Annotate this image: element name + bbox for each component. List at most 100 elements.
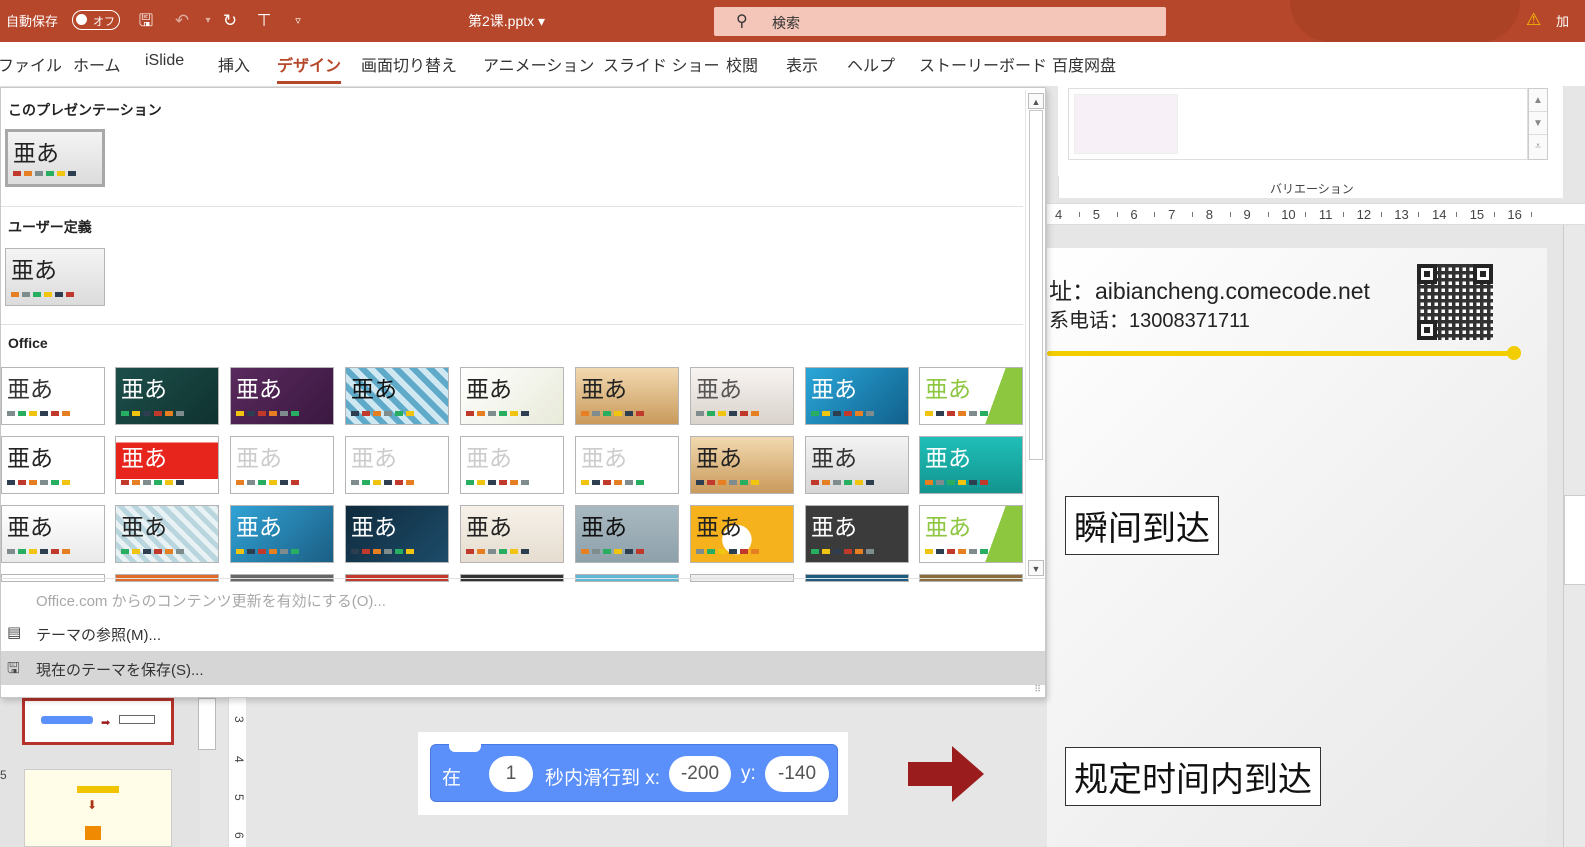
slide-thumbnail[interactable]: ⬇ <box>24 769 172 847</box>
theme-thumbnail[interactable]: 亜あ <box>575 367 679 425</box>
theme-color-swatches <box>581 480 644 485</box>
theme-thumbnail[interactable]: 亜あ <box>1 367 105 425</box>
scroll-down-icon[interactable]: ▼ <box>1529 112 1547 135</box>
undo-dropdown-icon[interactable]: ▾ <box>196 9 220 33</box>
theme-color-swatches <box>121 480 184 485</box>
theme-thumbnail[interactable]: 亜あ <box>805 505 909 563</box>
theme-thumbnail[interactable]: 亜あ <box>460 367 564 425</box>
customize-qat-icon[interactable]: ▿ <box>286 9 310 33</box>
ruler-number: 16 <box>1507 207 1522 222</box>
document-title[interactable]: 第2课.pptx ▾ <box>468 11 545 31</box>
variation-thumbnail[interactable] <box>1074 94 1178 154</box>
tab-insert[interactable]: 挿入 <box>218 52 250 76</box>
theme-sample-text: 亜あ <box>696 377 742 403</box>
y-label: y: <box>741 763 756 784</box>
theme-thumbnail[interactable]: 亜あ <box>5 129 105 187</box>
variations-scroll[interactable]: ▲ ▼ ⩡ <box>1528 88 1548 160</box>
menu-save-theme[interactable]: 🖫 現在のテーマを保存(S)... <box>1 651 1045 685</box>
theme-color-swatches <box>351 411 414 416</box>
ruler-number: 13 <box>1394 207 1409 222</box>
theme-sample-text: 亜あ <box>466 377 512 403</box>
theme-thumbnail[interactable]: 亜あ <box>230 505 334 563</box>
theme-thumbnail[interactable]: 亜あ <box>1 436 105 494</box>
theme-thumbnail[interactable]: 亜あ <box>919 505 1023 563</box>
theme-sample-text: 亜あ <box>925 446 971 472</box>
thumb-arrow-icon: ⬇ <box>87 798 98 812</box>
theme-color-swatches <box>7 411 70 416</box>
theme-thumbnail[interactable]: 亜あ <box>460 436 564 494</box>
tab-home[interactable]: ホーム <box>73 52 121 76</box>
theme-thumbnail[interactable]: 亜あ <box>690 436 794 494</box>
theme-sample-text: 亜あ <box>121 446 167 472</box>
section-divider <box>1 324 1023 325</box>
scroll-down-icon[interactable]: ▼ <box>1028 560 1044 576</box>
theme-thumbnail[interactable]: 亜あ <box>919 436 1023 494</box>
theme-thumbnail[interactable]: 亜あ <box>345 505 449 563</box>
theme-thumbnail[interactable]: 亜あ <box>805 436 909 494</box>
tab-review[interactable]: 校閲 <box>726 52 758 76</box>
thumb-block <box>77 786 119 793</box>
scrollbar-thumb[interactable] <box>1029 110 1043 460</box>
theme-thumbnail[interactable]: 亜あ <box>230 436 334 494</box>
theme-thumbnail[interactable]: 亜あ <box>805 367 909 425</box>
theme-thumbnail[interactable]: 亜あ <box>690 367 794 425</box>
tab-baidu-netdisk[interactable]: 百度网盘 <box>1052 52 1116 76</box>
scroll-up-icon[interactable]: ▲ <box>1529 89 1547 112</box>
theme-thumbnail[interactable]: 亜あ <box>115 436 219 494</box>
theme-sample-text: 亜あ <box>7 377 53 403</box>
y-input: -140 <box>765 756 829 792</box>
tab-design[interactable]: デザイン <box>277 52 342 84</box>
textbox-instant[interactable]: 瞬间到达 <box>1065 496 1219 555</box>
vruler-number: 3 <box>232 716 246 723</box>
theme-thumbnail[interactable]: 亜あ <box>575 436 679 494</box>
theme-sample-text: 亜あ <box>811 446 857 472</box>
theme-thumbnail[interactable]: 亜あ <box>345 367 449 425</box>
slide-thumbnail[interactable]: ➡ <box>22 698 174 745</box>
ruler-tick <box>1079 212 1080 217</box>
tab-animations[interactable]: アニメーション <box>483 52 594 76</box>
x-input: -200 <box>669 756 731 792</box>
vruler-number: 5 <box>232 794 246 801</box>
undo-icon[interactable]: ↶ <box>170 9 194 33</box>
tab-view[interactable]: 表示 <box>786 52 818 76</box>
autosave-toggle[interactable]: オフ <box>72 10 120 30</box>
textbox-timed[interactable]: 规定时间内到达 <box>1065 747 1321 806</box>
thumbnail-scrollbar[interactable] <box>198 698 216 750</box>
theme-color-swatches <box>925 549 988 554</box>
save-icon[interactable]: 🖫 <box>134 9 158 33</box>
tab-file[interactable]: ファイル <box>0 52 62 76</box>
theme-color-swatches <box>7 549 70 554</box>
present-icon[interactable]: ⊤ <box>252 9 276 33</box>
more-icon[interactable]: ⩡ <box>1529 135 1547 158</box>
theme-thumbnail[interactable]: 亜あ <box>230 367 334 425</box>
tab-transitions[interactable]: 画面切り替え <box>361 52 457 76</box>
tab-slideshow[interactable]: スライド ショー <box>603 52 719 76</box>
theme-sample-text: 亜あ <box>11 258 57 284</box>
theme-thumbnail[interactable]: 亜あ <box>575 505 679 563</box>
theme-thumbnail[interactable]: 亜あ <box>115 367 219 425</box>
warning-icon[interactable]: ⚠ <box>1526 10 1541 30</box>
resize-grip-icon[interactable]: ⠿ <box>1034 684 1041 695</box>
theme-thumbnail[interactable]: 亜あ <box>919 367 1023 425</box>
theme-thumbnail[interactable]: 亜あ <box>5 248 105 306</box>
theme-thumbnail[interactable]: 亜あ <box>690 505 794 563</box>
scroll-up-icon[interactable]: ▲ <box>1028 93 1044 109</box>
theme-sample-text: 亜あ <box>236 515 282 541</box>
vertical-scrollbar-thumb[interactable] <box>1564 495 1585 585</box>
tab-islide[interactable]: iSlide <box>145 52 184 70</box>
thumb-block <box>41 716 93 724</box>
tab-help[interactable]: ヘルプ <box>847 52 895 76</box>
search-box[interactable]: ⚲ 検索 <box>714 7 1166 36</box>
theme-thumbnail[interactable]: 亜あ <box>115 505 219 563</box>
redo-icon[interactable]: ↻ <box>218 9 242 33</box>
theme-thumbnail[interactable]: 亜あ <box>1 505 105 563</box>
menu-browse-themes[interactable]: ▤ テーマの参照(M)... <box>1 616 1045 650</box>
gallery-scrollbar[interactable]: ▲ ▼ <box>1025 90 1045 578</box>
ribbon-tabs: ファイル ホーム iSlide 挿入 デザイン 画面切り替え アニメーション ス… <box>0 42 1585 86</box>
block-notch <box>449 744 481 752</box>
menu-label: テーマの参照(M)... <box>36 627 161 644</box>
tab-storyboard[interactable]: ストーリーボード <box>919 52 1047 76</box>
theme-sample-text: 亜あ <box>351 515 397 541</box>
theme-thumbnail[interactable]: 亜あ <box>345 436 449 494</box>
theme-thumbnail[interactable]: 亜あ <box>460 505 564 563</box>
